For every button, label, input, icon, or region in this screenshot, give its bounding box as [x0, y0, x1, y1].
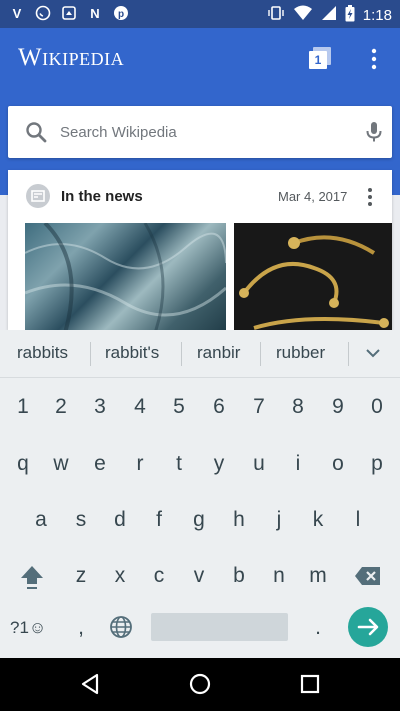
key[interactable]: 8	[280, 395, 316, 419]
key[interactable]: h	[221, 508, 257, 532]
news-image[interactable]	[24, 221, 227, 330]
key[interactable]: 2	[43, 395, 79, 419]
tabs-button[interactable]: 1	[306, 46, 334, 72]
system-icons: 1:18	[267, 4, 392, 27]
recent-apps-icon[interactable]	[298, 672, 322, 696]
card-date: Mar 4, 2017	[278, 189, 348, 204]
v-icon: V	[12, 5, 22, 21]
symbols-key[interactable]: ?1☺	[10, 618, 46, 638]
news-icon	[26, 184, 50, 208]
soft-keyboard: 1 2 3 4 5 6 7 8 9 0 q w e r t y u i o p …	[0, 378, 400, 658]
back-icon[interactable]	[78, 672, 102, 696]
status-bar: V N p 1:18	[0, 0, 400, 28]
card-more-icon[interactable]	[364, 186, 376, 208]
chevron-down-icon[interactable]	[364, 344, 382, 362]
wikipedia-logo: Wikipedia	[18, 44, 125, 71]
key[interactable]: q	[5, 452, 41, 476]
key[interactable]: 7	[241, 395, 277, 419]
key[interactable]: l	[340, 508, 376, 532]
globe-icon	[110, 616, 132, 638]
key[interactable]: c	[141, 564, 177, 588]
key[interactable]: f	[141, 508, 177, 532]
microphone-icon[interactable]	[362, 120, 386, 144]
key[interactable]: 9	[320, 395, 356, 419]
key[interactable]: u	[241, 452, 277, 476]
key[interactable]: 1	[5, 395, 41, 419]
card-title: In the news	[61, 188, 143, 205]
arrow-right-icon	[357, 618, 379, 636]
key[interactable]: s	[63, 508, 99, 532]
divider	[90, 342, 91, 366]
key[interactable]: e	[82, 452, 118, 476]
search-icon	[26, 122, 47, 143]
backspace-key[interactable]	[354, 565, 382, 587]
key[interactable]: k	[300, 508, 336, 532]
divider	[181, 342, 182, 366]
tab-count: 1	[314, 53, 322, 67]
key[interactable]: 6	[201, 395, 237, 419]
news-image[interactable]	[234, 223, 392, 330]
key[interactable]: y	[201, 452, 237, 476]
shift-icon	[21, 566, 43, 589]
clock-time: 1:18	[362, 7, 392, 24]
mms-icon	[60, 4, 78, 22]
key[interactable]: m	[300, 564, 336, 588]
period-key[interactable]: .	[300, 616, 336, 640]
n-icon: N	[90, 5, 100, 21]
in-the-news-card[interactable]: In the news Mar 4, 2017	[8, 170, 392, 330]
key[interactable]: g	[181, 508, 217, 532]
more-vert-icon	[371, 48, 377, 70]
vibrate-icon	[267, 4, 285, 27]
system-navigation-bar	[0, 658, 400, 711]
comma-key[interactable]: ,	[63, 616, 99, 640]
space-key[interactable]	[151, 613, 288, 641]
pinterest-icon: p	[112, 4, 130, 22]
key[interactable]: j	[261, 508, 297, 532]
divider	[348, 342, 349, 366]
key[interactable]: t	[161, 452, 197, 476]
divider	[260, 342, 261, 366]
svg-text:p: p	[118, 9, 124, 20]
key[interactable]: 0	[359, 395, 395, 419]
suggestion-item[interactable]: rabbits	[17, 343, 68, 363]
key[interactable]: i	[280, 452, 316, 476]
keyboard-suggestions: rabbits rabbit's ranbir rubber	[0, 330, 400, 378]
signal-icon	[321, 5, 337, 26]
search-bar[interactable]	[8, 106, 392, 158]
key[interactable]: w	[43, 452, 79, 476]
battery-charging-icon	[345, 4, 355, 27]
key[interactable]: n	[261, 564, 297, 588]
whatsapp-icon	[34, 4, 52, 22]
overflow-menu-button[interactable]	[362, 46, 386, 72]
key[interactable]: v	[181, 564, 217, 588]
enter-key[interactable]	[348, 607, 388, 647]
key[interactable]: d	[102, 508, 138, 532]
key[interactable]: x	[102, 564, 138, 588]
key[interactable]: a	[23, 508, 59, 532]
suggestion-item[interactable]: rabbit's	[105, 343, 159, 363]
home-icon[interactable]	[188, 672, 212, 696]
key[interactable]: p	[359, 452, 395, 476]
key[interactable]: o	[320, 452, 356, 476]
key[interactable]: b	[221, 564, 257, 588]
shift-key[interactable]	[18, 563, 46, 591]
wifi-icon	[293, 5, 313, 26]
key[interactable]: 5	[161, 395, 197, 419]
key[interactable]: z	[63, 564, 99, 588]
app-bar: Wikipedia 1	[0, 28, 400, 90]
key[interactable]: 3	[82, 395, 118, 419]
notification-icons: V N p	[8, 4, 130, 22]
key[interactable]: 4	[122, 395, 158, 419]
backspace-icon	[355, 567, 380, 585]
search-input[interactable]	[60, 118, 340, 146]
suggestion-item[interactable]: ranbir	[197, 343, 240, 363]
key[interactable]: r	[122, 452, 158, 476]
language-key[interactable]	[109, 615, 133, 639]
suggestion-item[interactable]: rubber	[276, 343, 325, 363]
